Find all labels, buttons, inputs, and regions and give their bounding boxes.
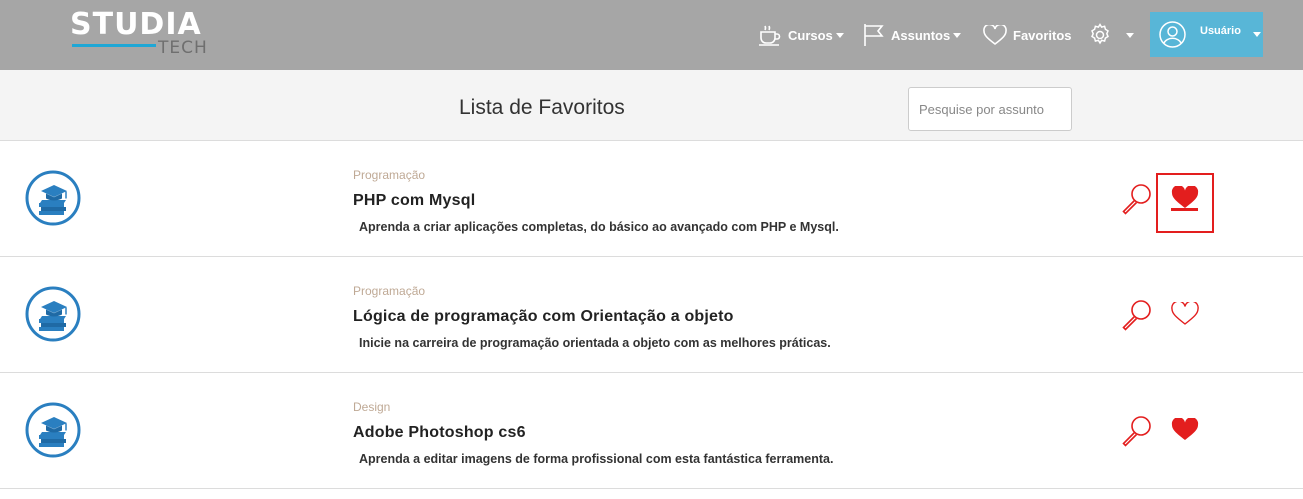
course-description: Aprenda a criar aplicações completas, do… <box>359 220 839 234</box>
course-description: Aprenda a editar imagens de forma profis… <box>359 452 834 466</box>
chevron-down-icon <box>1253 32 1261 37</box>
view-course-search-icon[interactable] <box>1120 414 1154 448</box>
nav-cursos[interactable]: Cursos <box>758 0 844 70</box>
user-avatar-icon <box>1159 21 1186 53</box>
logo-main-text: STUDIA <box>70 7 202 42</box>
graduation-books-icon <box>24 169 82 227</box>
course-category: Design <box>353 400 391 414</box>
favorites-header: Lista de Favoritos <box>0 70 1303 141</box>
chevron-down-icon <box>835 32 844 38</box>
chevron-down-icon <box>953 32 962 38</box>
favorite-heart-outline-icon[interactable] <box>1165 297 1205 331</box>
page-title: Lista de Favoritos <box>459 96 625 119</box>
logo-underline <box>72 44 156 47</box>
graduation-books-icon <box>24 401 82 459</box>
course-category: Programação <box>353 284 426 298</box>
flag-icon <box>863 23 885 47</box>
logo-sub-text: TECH <box>158 38 208 58</box>
course-category: Programação <box>353 168 426 182</box>
nav-favoritos[interactable]: Favoritos <box>983 0 1072 70</box>
user-menu-label: Usuário <box>1200 25 1241 37</box>
course-description: Inicie na carreira de programação orient… <box>359 336 831 350</box>
nav-settings[interactable] <box>1088 0 1134 70</box>
graduation-books-icon <box>24 285 82 343</box>
chevron-down-icon <box>1126 32 1134 38</box>
view-course-search-icon[interactable] <box>1120 182 1154 216</box>
gear-icon <box>1088 23 1112 47</box>
nav-favoritos-label: Favoritos <box>1013 27 1072 43</box>
favorite-heart-filled-icon[interactable] <box>1165 413 1205 447</box>
course-row: Programação PHP com Mysql Aprenda a cria… <box>0 141 1303 257</box>
nav-assuntos[interactable]: Assuntos <box>863 0 962 70</box>
view-course-search-icon[interactable] <box>1120 298 1154 332</box>
nav-assuntos-label: Assuntos <box>891 27 951 43</box>
course-row: Design Adobe Photoshop cs6 Aprenda a edi… <box>0 373 1303 489</box>
user-menu-button[interactable]: Usuário <box>1150 12 1263 57</box>
course-row: Programação Lógica de programação com Or… <box>0 257 1303 373</box>
heart-outline-icon <box>983 24 1007 46</box>
favorite-active-underline <box>1171 208 1198 211</box>
course-title[interactable]: Lógica de programação com Orientação a o… <box>353 308 734 326</box>
studia-tech-logo[interactable]: STUDIA TECH <box>70 8 220 62</box>
navbar: STUDIA TECH Cursos Assuntos Favoritos Us… <box>0 0 1303 70</box>
search-input[interactable] <box>908 87 1072 131</box>
course-title[interactable]: Adobe Photoshop cs6 <box>353 424 526 442</box>
coffee-cup-icon <box>758 24 782 46</box>
nav-cursos-label: Cursos <box>788 27 833 43</box>
course-title[interactable]: PHP com Mysql <box>353 192 475 210</box>
